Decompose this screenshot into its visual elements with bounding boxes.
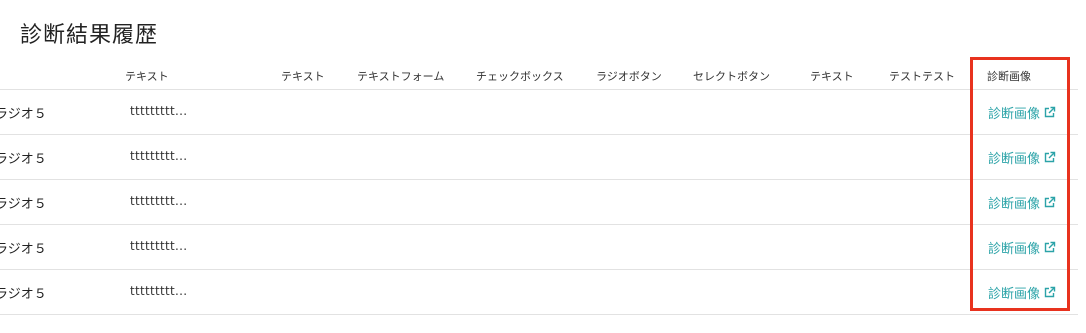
radio-cell: ラジオ５ (0, 287, 47, 302)
text-cell: ttttttttt... (130, 149, 188, 163)
text-cell: ttttttttt... (130, 104, 188, 118)
radio-cell: ラジオ５ (0, 242, 47, 257)
diagnosis-image-link[interactable]: 診断画像 (988, 148, 1056, 167)
radio-cell: ラジオ５ (0, 152, 47, 167)
diagnosis-image-link-label: 診断画像 (988, 152, 1041, 167)
diagnosis-image-link[interactable]: 診断画像 (988, 283, 1056, 302)
column-header-checkbox: チェックボックス (476, 70, 564, 83)
column-header-text-3: テキスト (810, 70, 854, 83)
external-link-icon (1044, 286, 1056, 298)
diagnosis-history-table: テキスト テキスト テキストフォーム チェックボックス ラジオボタン セレクトボ… (0, 60, 1078, 315)
text-cell: ttttttttt... (130, 284, 188, 298)
external-link-icon (1044, 196, 1056, 208)
table-row: ラジオ５ ttttttttt... 診断画像 (0, 90, 1078, 135)
table-row: ラジオ５ ttttttttt... 診断画像 (0, 135, 1078, 180)
diagnosis-image-link-label: 診断画像 (988, 197, 1041, 212)
diagnosis-image-link-label: 診断画像 (988, 107, 1041, 122)
external-link-icon (1044, 151, 1056, 163)
table-row: ラジオ５ ttttttttt... 診断画像 (0, 270, 1078, 315)
diagnosis-image-link[interactable]: 診断画像 (988, 193, 1056, 212)
external-link-icon (1044, 241, 1056, 253)
table-row: ラジオ５ ttttttttt... 診断画像 (0, 225, 1078, 270)
column-header-text-form: テキストフォーム (357, 70, 445, 83)
diagnosis-image-link-label: 診断画像 (988, 242, 1041, 257)
diagnosis-image-link-label: 診断画像 (988, 287, 1041, 302)
page-title: 診断結果履歴 (20, 23, 159, 48)
column-header-diagnosis-image: 診断画像 (987, 70, 1031, 83)
column-header-text-2: テキスト (281, 70, 325, 83)
column-header-radio-button: ラジオボタン (596, 70, 662, 83)
radio-cell: ラジオ５ (0, 107, 47, 122)
text-cell: ttttttttt... (130, 239, 188, 253)
table-header: テキスト テキスト テキストフォーム チェックボックス ラジオボタン セレクトボ… (0, 60, 1078, 90)
diagnosis-image-link[interactable]: 診断画像 (988, 238, 1056, 257)
text-cell: ttttttttt... (130, 194, 188, 208)
external-link-icon (1044, 106, 1056, 118)
column-header-select-button: セレクトボタン (693, 70, 770, 83)
radio-cell: ラジオ５ (0, 197, 47, 212)
table-row: ラジオ５ ttttttttt... 診断画像 (0, 180, 1078, 225)
column-header-test-test: テストテスト (889, 70, 955, 83)
column-header-text: テキスト (125, 70, 169, 83)
diagnosis-image-link[interactable]: 診断画像 (988, 103, 1056, 122)
